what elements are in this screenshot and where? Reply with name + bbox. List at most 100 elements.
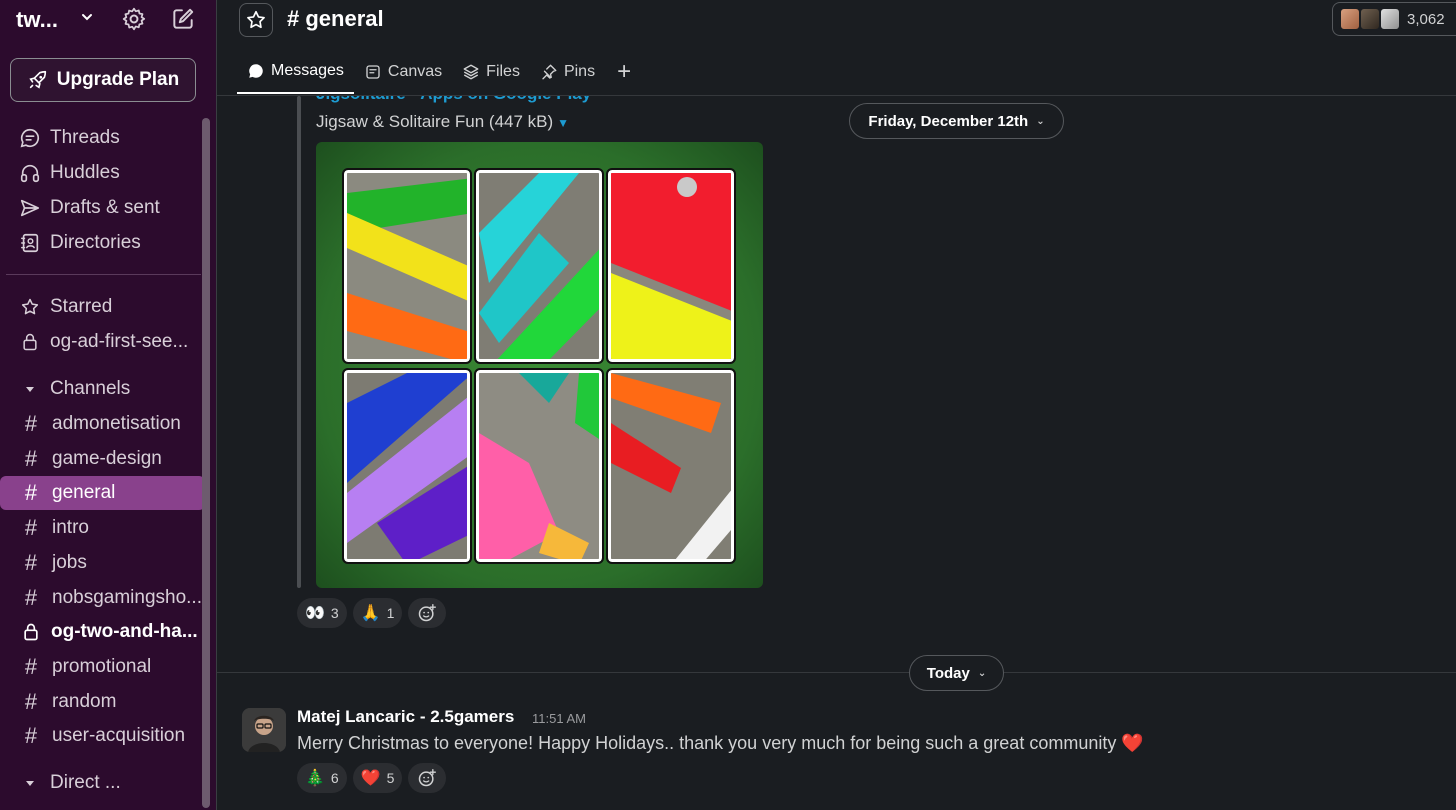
hash-icon: #: [24, 723, 38, 748]
add-emoji-icon: [419, 769, 437, 787]
add-reaction-button[interactable]: [408, 598, 447, 628]
sidebar-section-channels[interactable]: Channels: [0, 373, 205, 405]
workspace-header: tw...: [0, 0, 217, 40]
sidebar-item-general[interactable]: # general: [0, 476, 205, 510]
puzzle-tile: [474, 368, 604, 564]
tab-label: Files: [486, 63, 520, 80]
caret-down-icon: ▼: [557, 116, 570, 130]
tab-label: Canvas: [387, 63, 443, 80]
hash-icon: #: [24, 550, 38, 575]
file-info[interactable]: Jigsaw & Solitaire Fun (447 kB) ▼: [316, 112, 569, 132]
hash-icon: #: [24, 446, 38, 471]
caret-down-icon: [18, 377, 42, 401]
sidebar-item-og-ad-first[interactable]: og-ad-first-see...: [0, 326, 205, 358]
reaction-count: 3: [330, 605, 339, 621]
upgrade-plan-label: Upgrade Plan: [56, 69, 180, 90]
sidebar-item-label: nobsgamingsho...: [52, 587, 202, 608]
lock-icon: [19, 620, 43, 644]
sidebar-item-user-acquisition[interactable]: # user-acquisition: [0, 720, 205, 752]
today-divider-button[interactable]: Today ⌄: [909, 655, 1004, 691]
sidebar-item-label: Directories: [50, 232, 141, 253]
sidebar-item-nobsgamingshow[interactable]: # nobsgamingsho...: [0, 582, 205, 614]
message-timestamp[interactable]: 11:51 AM: [532, 711, 586, 726]
add-emoji-icon: [419, 604, 437, 622]
hash-icon: #: [24, 480, 38, 505]
hash-icon: #: [24, 689, 38, 714]
sidebar-item-label: og-two-and-ha...: [51, 621, 198, 642]
members-button[interactable]: 3,062: [1332, 2, 1456, 36]
channel-tabs: Messages Canvas Files Pins +: [237, 50, 643, 96]
add-tab-button[interactable]: +: [605, 50, 643, 96]
sidebar-item-promotional[interactable]: # promotional: [0, 651, 205, 683]
reaction-count: 1: [386, 605, 395, 621]
hash-icon: #: [24, 411, 38, 436]
sidebar-scrollbar[interactable]: [202, 118, 210, 808]
gear-icon[interactable]: [121, 6, 147, 32]
file-label: Jigsaw & Solitaire Fun (447 kB): [316, 112, 554, 131]
tab-canvas[interactable]: Canvas: [354, 50, 452, 94]
chevron-down-icon: ⌄: [977, 667, 987, 679]
date-divider-button[interactable]: Friday, December 12th ⌄: [849, 103, 1064, 139]
tab-files[interactable]: Files: [452, 50, 530, 94]
sidebar-item-label: intro: [52, 517, 89, 538]
puzzle-tile: [606, 368, 736, 564]
tab-label: Messages: [271, 62, 344, 79]
christmas-tree-icon: 🎄: [305, 770, 325, 787]
sidebar-item-game-design[interactable]: # game-design: [0, 443, 205, 475]
message-author[interactable]: Matej Lancaric - 2.5gamers: [297, 707, 514, 727]
reaction-pray[interactable]: 🙏 1: [352, 598, 403, 628]
hash-icon: #: [24, 515, 38, 540]
star-channel-button[interactable]: [239, 3, 273, 37]
avatar: [1339, 7, 1361, 31]
sidebar-item-directories[interactable]: Directories: [0, 227, 205, 259]
pray-icon: 🙏: [360, 605, 381, 622]
compose-icon[interactable]: [170, 6, 196, 32]
tab-label: Pins: [563, 63, 596, 80]
sidebar-item-threads[interactable]: Threads: [0, 122, 205, 154]
sidebar-item-jobs[interactable]: # jobs: [0, 547, 205, 579]
sidebar-item-drafts[interactable]: Drafts & sent: [0, 192, 205, 224]
sidebar-section-label: Direct ...: [50, 772, 121, 793]
sidebar-section-starred[interactable]: Starred: [0, 291, 205, 323]
reaction-christmas-tree[interactable]: 🎄 6: [297, 763, 347, 793]
message-body: Merry Christmas to everyone! Happy Holid…: [297, 733, 1117, 753]
reaction-heart[interactable]: ❤️ 5: [352, 763, 403, 793]
heart-icon: ❤️: [360, 770, 381, 787]
tab-messages[interactable]: Messages: [237, 50, 354, 94]
reaction-eyes[interactable]: 👀 3: [297, 598, 347, 628]
avatar: [1359, 7, 1381, 31]
upgrade-plan-button[interactable]: Upgrade Plan: [10, 58, 196, 102]
puzzle-tile: [342, 168, 472, 364]
star-icon: [18, 295, 42, 319]
avatar: [1379, 7, 1401, 31]
sidebar-item-og-two-and-half[interactable]: og-two-and-ha...: [0, 616, 205, 648]
attachment-image[interactable]: [316, 142, 763, 588]
channel-title[interactable]: # general: [287, 6, 384, 32]
reactions-bar: 🎄 6 ❤️ 5: [297, 763, 447, 793]
hash-icon: #: [24, 585, 38, 610]
tab-pins[interactable]: Pins: [530, 50, 605, 94]
workspace-name[interactable]: tw...: [16, 7, 58, 33]
sidebar-item-random[interactable]: # random: [0, 686, 205, 718]
sidebar-item-intro[interactable]: # intro: [0, 512, 205, 544]
add-reaction-button[interactable]: [408, 763, 447, 793]
message-text: Merry Christmas to everyone! Happy Holid…: [297, 733, 1144, 754]
sidebar-item-label: general: [52, 482, 116, 503]
sidebar-item-admonetisation[interactable]: # admonetisation: [0, 408, 205, 440]
puzzle-tile: [606, 168, 736, 364]
sidebar-item-huddles[interactable]: Huddles: [0, 157, 205, 189]
date-divider-line: [217, 672, 1456, 673]
headphones-icon: [18, 161, 42, 185]
directory-icon: [18, 231, 42, 255]
date-label: Friday, December 12th: [868, 112, 1029, 130]
chevron-down-icon: ⌄: [1036, 115, 1045, 127]
threads-icon: [18, 126, 42, 150]
chevron-down-icon[interactable]: [80, 10, 94, 24]
sidebar-item-label: user-acquisition: [52, 725, 186, 746]
avatar[interactable]: [242, 708, 286, 752]
sidebar-section-label: Channels: [50, 378, 131, 399]
files-icon: [463, 64, 479, 80]
sidebar-item-label: promotional: [52, 656, 152, 677]
sidebar-section-direct[interactable]: Direct ...: [0, 767, 205, 799]
sidebar-item-label: random: [52, 691, 117, 712]
